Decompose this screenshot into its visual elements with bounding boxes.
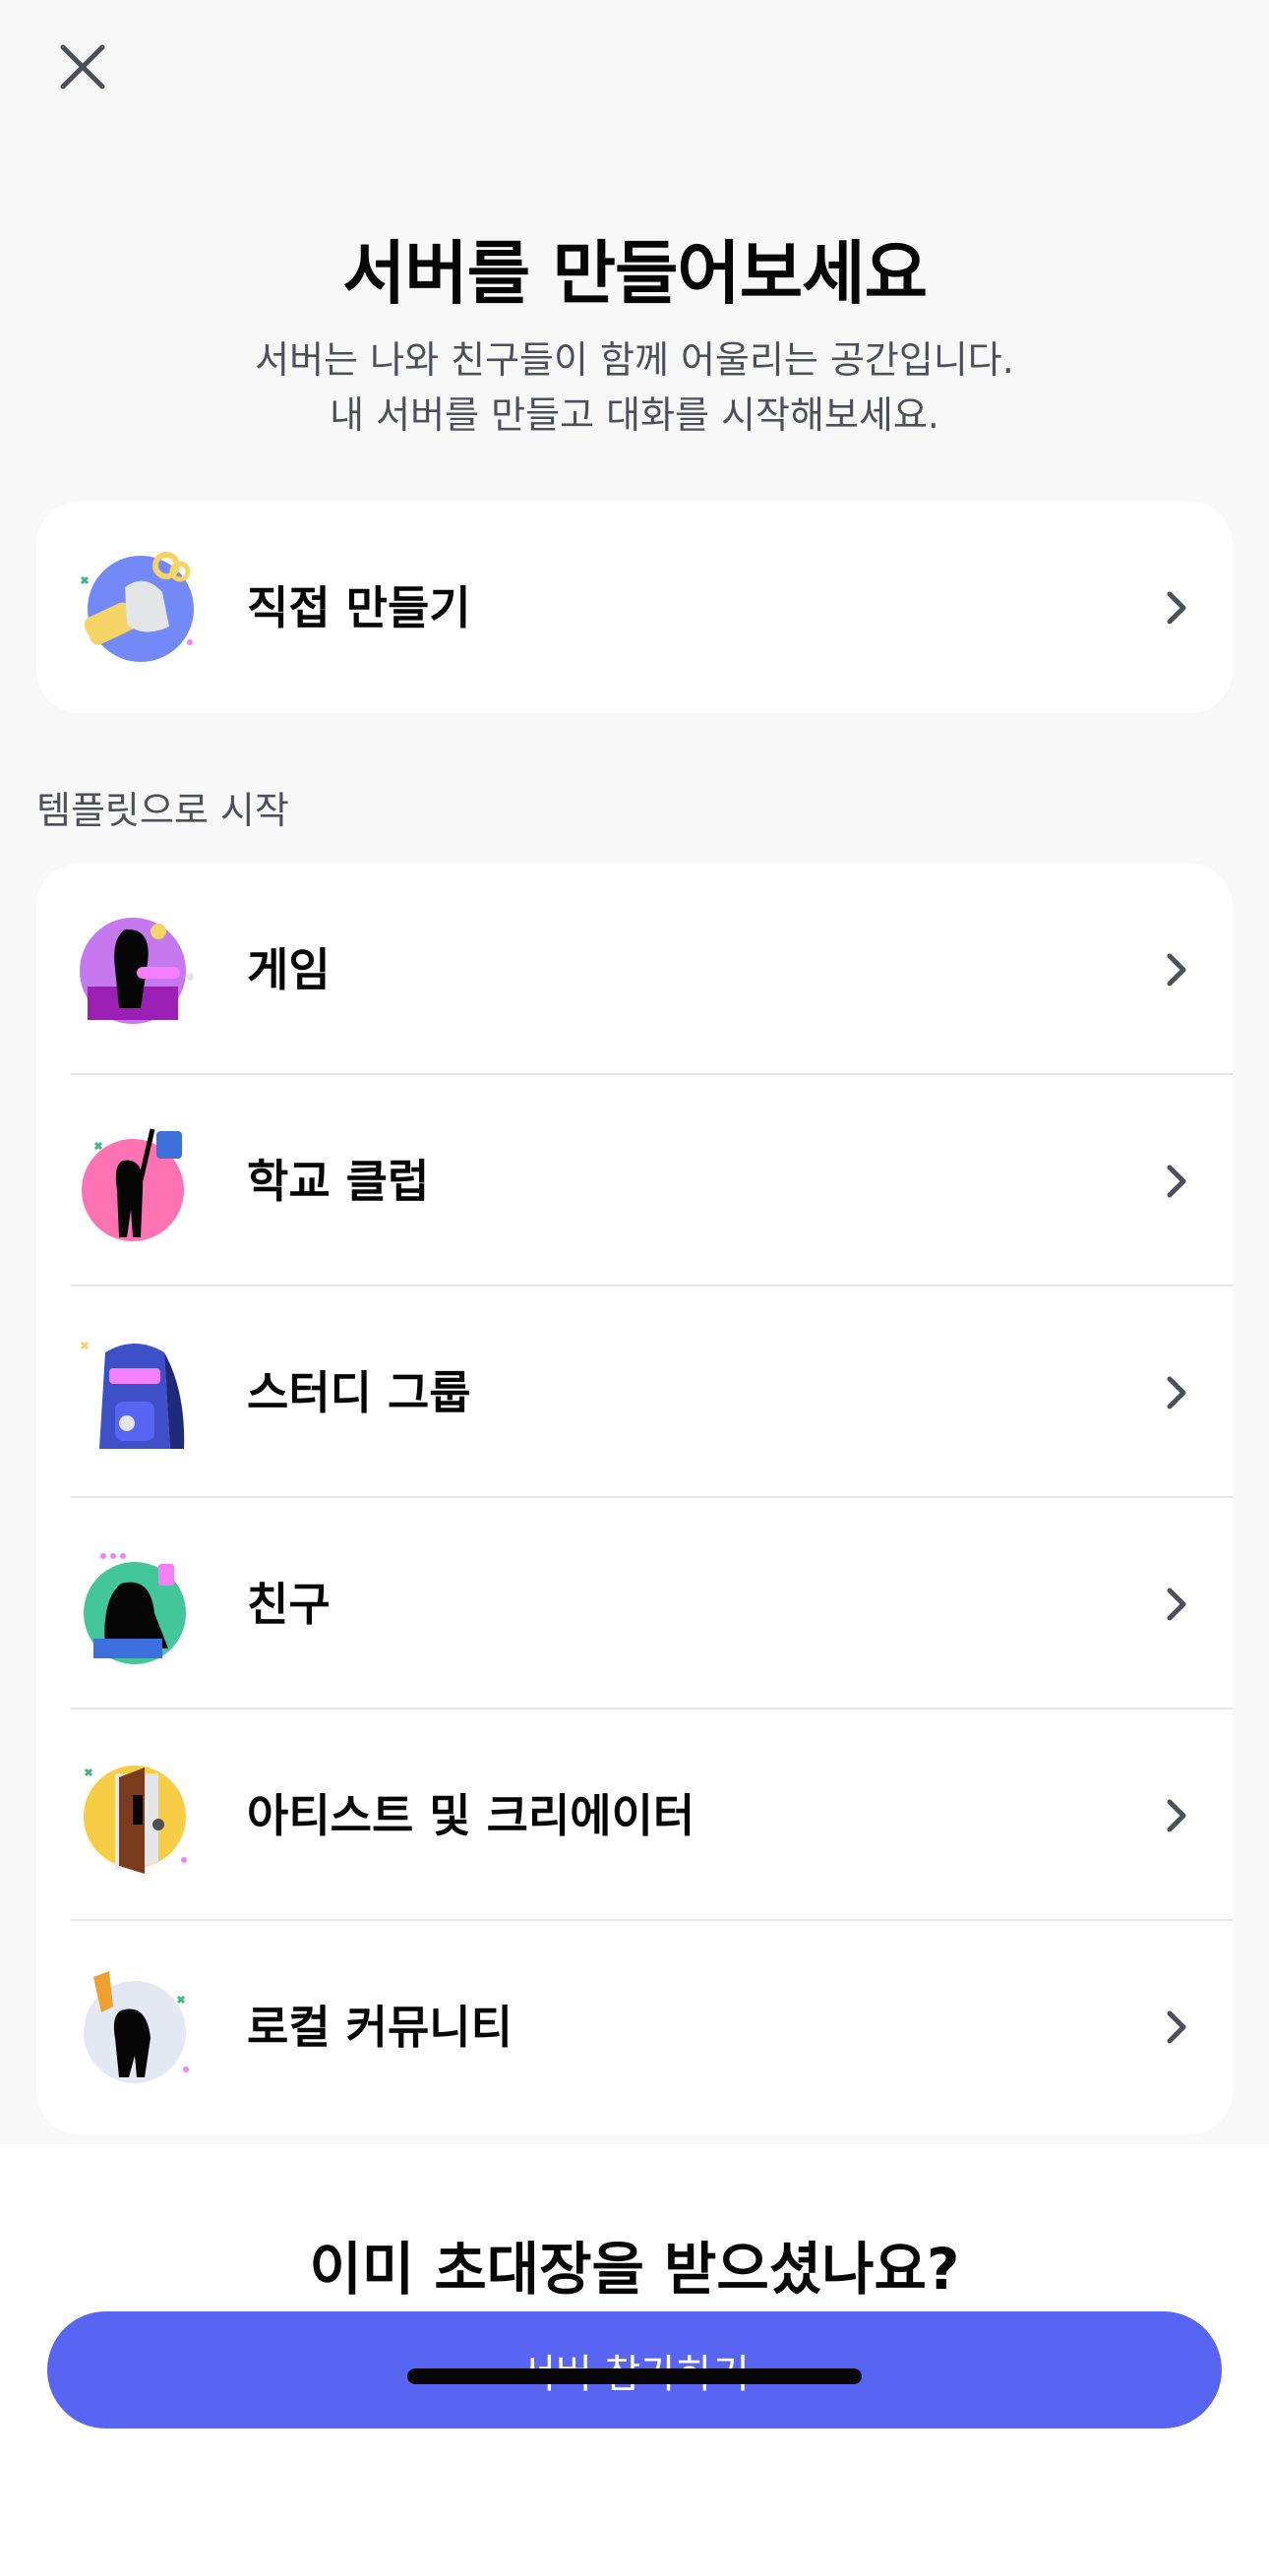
template-row-school-club[interactable]: 학교 클럽 [36,1075,1233,1287]
chevron-right-icon [1167,2010,1186,2044]
close-button[interactable] [47,31,118,102]
artists-creators-illustration-icon [84,1766,187,1874]
page-subtitle: 서버는 나와 친구들이 함께 어울리는 공간입니다. 내 서버를 만들고 대화를… [0,332,1269,443]
create-own-illustration-icon [80,552,194,662]
invite-question: 이미 초대장을 받으셨나요? [309,2236,960,2303]
templates-card: 게임 학교 클럽 스터디 그룹 친구 아티스트 및 크리에이터 로컬 커뮤니티 [36,864,1233,2134]
local-community-illustration-icon [84,1971,189,2083]
template-label-school-club: 학교 클럽 [247,1155,430,1208]
template-row-friends[interactable]: 친구 [36,1498,1233,1709]
chevron-right-icon [1167,1799,1186,1832]
chevron-right-icon [1167,1588,1186,1621]
school-club-illustration-icon [82,1128,184,1241]
template-label-friends: 친구 [247,1578,331,1631]
templates-section-label: 템플릿으로 시작 [36,789,289,832]
home-indicator [407,2368,862,2384]
template-row-artists-creators[interactable]: 아티스트 및 크리에이터 [36,1709,1233,1921]
create-own-row[interactable]: 직접 만들기 [36,502,1233,713]
subtitle-line-1: 서버는 나와 친구들이 함께 어울리는 공간입니다. [255,338,1014,382]
template-row-local-community[interactable]: 로컬 커뮤니티 [36,1921,1233,2132]
template-label-local-community: 로컬 커뮤니티 [247,2001,513,2054]
gaming-illustration-icon [80,918,194,1024]
page-title: 서버를 만들어보세요 [342,233,928,314]
template-label-gaming: 게임 [247,943,331,996]
chevron-right-icon [1167,953,1186,987]
template-row-study-group[interactable]: 스터디 그룹 [36,1287,1233,1498]
template-row-gaming[interactable]: 게임 [36,864,1233,1075]
subtitle-line-2: 내 서버를 만들고 대화를 시작해보세요. [330,393,939,437]
create-own-label: 직접 만들기 [247,581,471,634]
chevron-right-icon [1167,591,1186,625]
close-icon [60,44,105,90]
invite-panel: 이미 초대장을 받으셨나요? 서버 참가하기 [0,2144,1269,2576]
friends-illustration-icon [84,1553,186,1664]
chevron-right-icon [1167,1376,1186,1409]
template-label-artists-creators: 아티스트 및 크리에이터 [247,1789,695,1842]
chevron-right-icon [1167,1165,1186,1198]
create-own-card: 직접 만들기 [36,502,1233,713]
template-label-study-group: 스터디 그룹 [247,1366,471,1419]
study-group-illustration-icon [80,1341,185,1449]
